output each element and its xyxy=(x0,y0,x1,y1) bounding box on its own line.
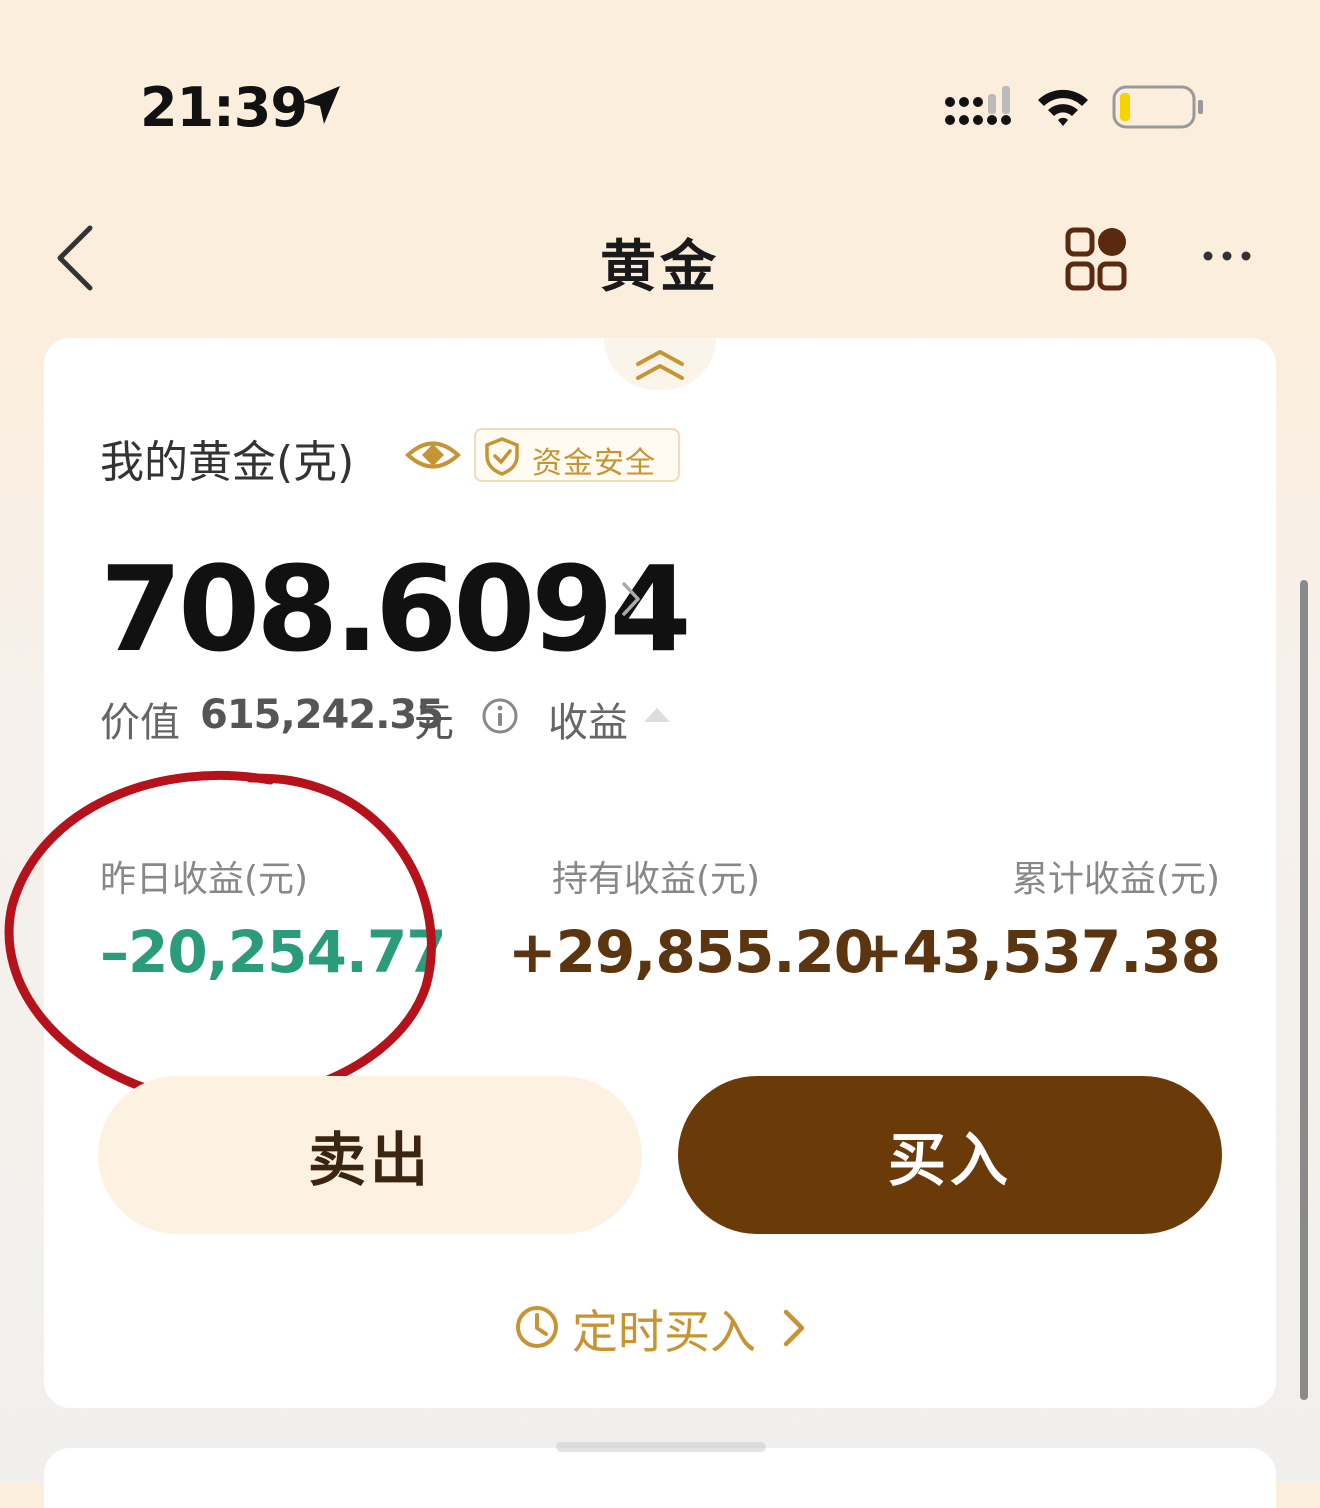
status-time: 21:39 xyxy=(140,76,308,139)
shield-check-icon xyxy=(485,437,519,476)
page-title: 黄金 xyxy=(600,235,720,300)
value-label: 价值 xyxy=(100,700,180,746)
value-unit: 元 xyxy=(414,700,454,746)
value-amount: 615,242.35 xyxy=(200,692,444,738)
scheduled-buy-link[interactable]: 定时买入 xyxy=(572,1296,756,1362)
cumulative-earnings-label: 累计收益(元) xyxy=(1011,859,1220,900)
scrollbar[interactable] xyxy=(1300,580,1308,1400)
watermark-bar xyxy=(556,1442,766,1452)
annotation-circle xyxy=(4,770,436,1106)
holding-earnings-value: +29,855.20 xyxy=(508,918,874,986)
holdings-label: 我的黄金(克) xyxy=(100,437,355,488)
fund-safety-label: 资金安全 xyxy=(532,446,656,481)
next-card xyxy=(44,1448,1276,1508)
wifi-icon xyxy=(1038,89,1088,126)
signal-icon xyxy=(945,86,1011,125)
apps-grid-icon[interactable] xyxy=(1062,224,1132,294)
caret-up-icon[interactable] xyxy=(642,704,672,724)
cumulative-earnings-value: +43,537.38 xyxy=(854,918,1221,986)
earnings-toggle[interactable]: 收益 xyxy=(548,690,628,748)
double-chevron-up-icon[interactable] xyxy=(634,348,686,384)
chevron-right-icon[interactable] xyxy=(618,578,644,620)
buy-button[interactable]: 买入 xyxy=(678,1076,1222,1234)
info-icon[interactable] xyxy=(480,696,520,736)
sell-button[interactable]: 卖出 xyxy=(98,1076,642,1234)
eye-icon[interactable] xyxy=(404,432,462,478)
clock-icon xyxy=(516,1306,558,1348)
gold-grams-amount[interactable]: 708.6094 xyxy=(100,540,692,678)
back-button[interactable] xyxy=(50,222,106,292)
holding-earnings-label: 持有收益(元) xyxy=(552,859,761,900)
battery-icon xyxy=(1112,85,1203,129)
chevron-right-icon[interactable] xyxy=(780,1306,808,1350)
location-arrow-icon xyxy=(302,86,340,124)
more-dots-icon[interactable] xyxy=(1196,236,1258,276)
